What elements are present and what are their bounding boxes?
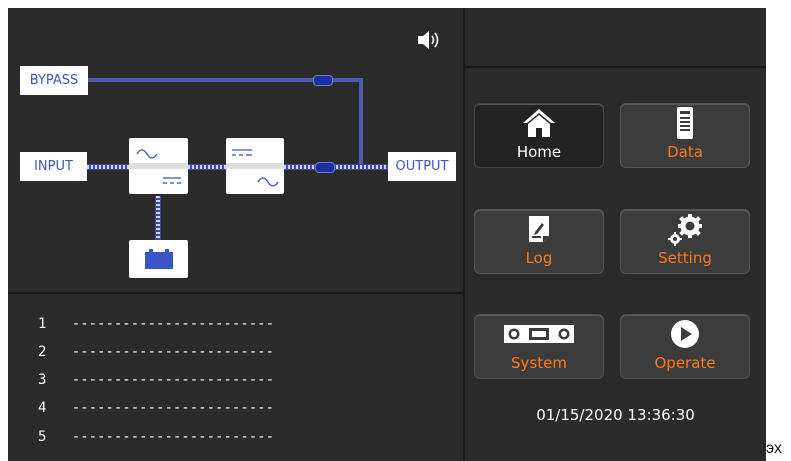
home-button[interactable]: Home [474,103,604,168]
right-top-divider [465,66,766,68]
output-label: OUTPUT [388,152,456,181]
list-item: 1 ------------------------ [38,316,275,332]
operate-label: Operate [654,354,716,372]
rect-inv-flow [188,164,226,170]
setting-label: Setting [658,249,712,267]
output-switch [315,162,335,173]
log-icon [527,210,551,247]
log-label: Log [525,249,553,267]
input-label: INPUT [20,152,87,181]
ac-dc-icon [129,149,188,184]
battery-module [129,240,188,278]
data-icon [675,104,695,141]
list-item: 4 ------------------------ [38,400,275,416]
vertical-divider [463,8,465,461]
system-label: System [511,354,567,372]
output-flow [284,164,388,170]
ups-screen: BYPASS INPUT OUTPUT 1 ------------------… [8,8,766,461]
rectifier-module [129,138,188,194]
list-item: 2 ------------------------ [38,344,275,360]
bypass-line-down [359,78,363,166]
gear-icon [665,210,705,247]
data-label: Data [667,143,703,161]
bypass-label: BYPASS [20,66,88,95]
speaker-icon[interactable] [416,28,442,52]
operate-button[interactable]: Operate [620,314,750,379]
play-icon [670,315,700,352]
log-button[interactable]: Log [474,209,604,274]
system-icon [503,315,575,352]
system-button[interactable]: System [474,314,604,379]
home-label: Home [516,143,562,161]
bypass-switch [313,75,333,86]
list-item: 5 ------------------------ [38,429,275,445]
battery-icon [145,249,173,269]
home-icon [521,104,557,141]
battery-flow [155,196,161,240]
page-edge-text: эх [766,440,782,457]
date-time: 01/15/2020 13:36:30 [536,406,695,424]
inverter-module [226,138,284,194]
dc-ac-icon [226,149,284,187]
setting-button[interactable]: Setting [620,209,750,274]
list-item: 3 ------------------------ [38,372,275,388]
left-divider [8,292,463,294]
input-flow [87,164,129,170]
data-button[interactable]: Data [620,103,750,168]
